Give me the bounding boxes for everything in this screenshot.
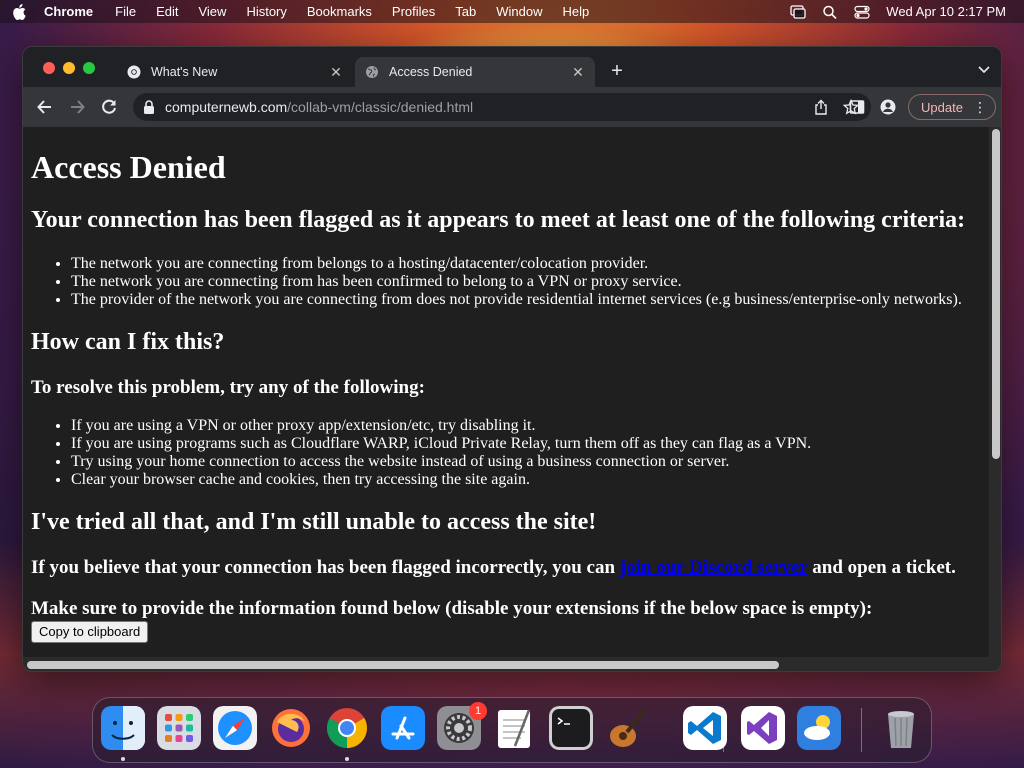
dock: 1 xyxy=(92,697,932,763)
incorrect-prefix: If you believe that your connection has … xyxy=(31,557,620,578)
tab-search-chevron-icon[interactable] xyxy=(977,63,991,77)
list-item: The network you are connecting from belo… xyxy=(71,255,962,273)
visual-studio-icon[interactable] xyxy=(741,706,785,750)
resolve-subheading: To resolve this problem, try any of the … xyxy=(31,377,425,398)
notification-badge: 1 xyxy=(469,702,487,720)
profile-avatar-icon[interactable] xyxy=(880,99,896,115)
terminal-icon[interactable] xyxy=(549,706,593,750)
garageband-icon[interactable] xyxy=(605,706,649,750)
menu-bar: Chrome File Edit View History Bookmarks … xyxy=(0,0,1024,23)
url-host: computernewb.com xyxy=(165,99,288,115)
running-indicator xyxy=(121,757,125,761)
tab-strip: What's New ✕ Access Denied ✕ + xyxy=(23,47,1001,87)
trash-icon[interactable] xyxy=(879,706,923,750)
new-tab-button[interactable]: + xyxy=(607,61,627,81)
fixes-list: If you are using a VPN or other proxy ap… xyxy=(71,417,811,489)
textedit-icon[interactable] xyxy=(493,706,537,750)
firefox-icon[interactable] xyxy=(269,706,313,750)
globe-favicon-icon xyxy=(366,66,378,78)
launchpad-icon[interactable] xyxy=(157,706,201,750)
still-unable-heading: I've tried all that, and I'm still unabl… xyxy=(31,509,597,535)
menu-profiles[interactable]: Profiles xyxy=(392,4,435,19)
close-tab-icon[interactable]: ✕ xyxy=(329,65,343,79)
address-bar[interactable]: computernewb.com/collab-vm/classic/denie… xyxy=(133,93,871,121)
menu-history[interactable]: History xyxy=(246,4,286,19)
running-indicator xyxy=(345,757,349,761)
control-center-icon[interactable] xyxy=(854,5,870,19)
copy-to-clipboard-button[interactable]: Copy to clipboard xyxy=(31,621,149,643)
forward-arrow-icon[interactable] xyxy=(67,97,87,117)
minimize-window-button[interactable] xyxy=(63,62,75,74)
menu-window[interactable]: Window xyxy=(496,4,542,19)
safari-icon[interactable] xyxy=(213,706,257,750)
list-item: If you are using programs such as Cloudf… xyxy=(71,435,811,453)
criteria-list: The network you are connecting from belo… xyxy=(71,255,962,309)
list-item: Clear your browser cache and cookies, th… xyxy=(71,471,811,489)
share-icon[interactable] xyxy=(813,99,829,115)
scroll-thumb[interactable] xyxy=(27,661,779,669)
menu-clock[interactable]: Wed Apr 10 2:17 PM xyxy=(886,4,1006,19)
flagged-heading: Your connection has been flagged as it a… xyxy=(31,207,966,233)
tab-label: What's New xyxy=(151,65,218,79)
scroll-thumb[interactable] xyxy=(992,129,1000,459)
vertical-scrollbar[interactable] xyxy=(989,127,1001,657)
menu-file[interactable]: File xyxy=(115,4,136,19)
visual-studio-code-icon[interactable] xyxy=(683,706,727,750)
more-options-icon[interactable]: ⋮ xyxy=(973,99,987,115)
finder-icon[interactable] xyxy=(101,706,145,750)
url-path: /collab-vm/classic/denied.html xyxy=(287,99,474,115)
apple-logo-icon[interactable] xyxy=(12,3,26,20)
app-store-icon[interactable] xyxy=(381,706,425,750)
list-item: If you are using a VPN or other proxy ap… xyxy=(71,417,811,435)
chrome-favicon-icon xyxy=(127,65,141,79)
update-button[interactable]: Update ⋮ xyxy=(908,94,996,120)
close-window-button[interactable] xyxy=(43,62,55,74)
list-item: The provider of the network you are conn… xyxy=(71,291,962,309)
google-chrome-icon[interactable] xyxy=(325,706,369,750)
screen-mirroring-icon[interactable] xyxy=(790,4,806,19)
lock-icon[interactable] xyxy=(143,100,155,114)
provide-info-text: Make sure to provide the information fou… xyxy=(31,598,873,619)
menu-tab[interactable]: Tab xyxy=(455,4,476,19)
menu-edit[interactable]: Edit xyxy=(156,4,178,19)
side-panel-icon[interactable] xyxy=(849,99,865,115)
update-label: Update xyxy=(921,99,963,115)
horizontal-scrollbar[interactable] xyxy=(23,657,1001,671)
list-item: The network you are connecting from has … xyxy=(71,273,962,291)
list-item: Try using your home connection to access… xyxy=(71,453,811,471)
menu-help[interactable]: Help xyxy=(563,4,590,19)
tab-access-denied[interactable]: Access Denied ✕ xyxy=(355,57,595,87)
incorrect-suffix: and open a ticket. xyxy=(807,557,956,578)
weather-icon[interactable] xyxy=(797,706,841,750)
close-tab-icon[interactable]: ✕ xyxy=(571,65,585,79)
menu-view[interactable]: View xyxy=(198,4,226,19)
back-arrow-icon[interactable] xyxy=(35,97,55,117)
incorrect-flag-paragraph: If you believe that your connection has … xyxy=(31,557,956,579)
page-title: Access Denied xyxy=(31,149,226,185)
menu-bookmarks[interactable]: Bookmarks xyxy=(307,4,372,19)
spotlight-search-icon[interactable] xyxy=(822,5,838,19)
browser-window: What's New ✕ Access Denied ✕ + computern… xyxy=(22,46,1002,672)
zoom-window-button[interactable] xyxy=(83,62,95,74)
browser-toolbar: computernewb.com/collab-vm/classic/denie… xyxy=(23,87,1001,127)
reload-icon[interactable] xyxy=(99,97,119,117)
fix-heading: How can I fix this? xyxy=(31,329,225,355)
dock-separator xyxy=(861,708,862,752)
page-content: Access Denied Your connection has been f… xyxy=(23,127,987,657)
tab-whats-new[interactable]: What's New ✕ xyxy=(117,57,353,87)
menu-app-name[interactable]: Chrome xyxy=(44,4,93,19)
tab-label: Access Denied xyxy=(389,65,473,79)
discord-link[interactable]: join our Discord server xyxy=(620,557,808,578)
